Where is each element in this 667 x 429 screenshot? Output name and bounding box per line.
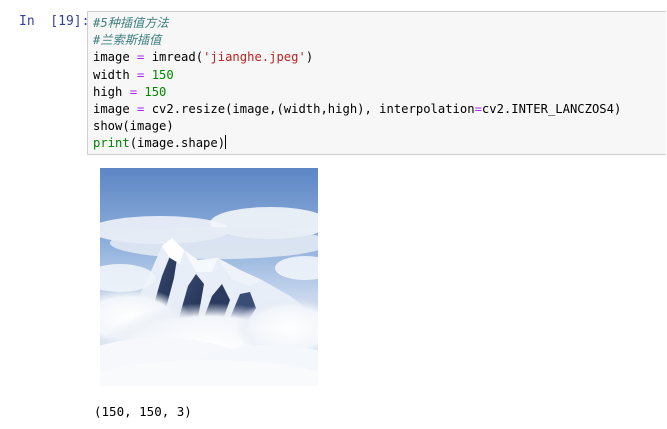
output-image — [100, 168, 318, 386]
code-token: high — [93, 84, 130, 99]
code-token: 150 — [144, 84, 167, 99]
input-prompt: In [19]: — [19, 14, 90, 29]
code-line[interactable]: width = 150 — [93, 67, 621, 84]
code-line[interactable]: #兰索斯插值 — [93, 32, 621, 49]
code-line[interactable]: high = 150 — [93, 84, 621, 101]
code-token: #5种插值方法 — [93, 16, 169, 30]
text-cursor — [225, 135, 227, 150]
code-token: image — [93, 50, 138, 65]
code-line[interactable]: image = cv2.resize(image,(width,high), i… — [93, 101, 621, 118]
code-token: cv2.INTER_LANCZOS4) — [481, 101, 622, 116]
code-token: 'jianghe.jpeg' — [203, 50, 306, 65]
code-token: ) — [305, 50, 314, 65]
code-token: width — [93, 67, 138, 82]
code-token: show(image) — [93, 119, 174, 134]
code-line[interactable]: show(image) — [93, 118, 621, 135]
code-editor[interactable]: #5种插值方法 #兰索斯插值 image = imread('jianghe.jpe… — [87, 11, 666, 155]
code-line[interactable]: #5种插值方法 — [93, 15, 621, 32]
code-token: imread( — [144, 50, 204, 65]
code-token: #兰索斯插值 — [93, 33, 162, 48]
code-token: = — [474, 101, 482, 116]
code-lines[interactable]: #5种插值方法 #兰索斯插值 image = imread('jianghe.jpe… — [93, 15, 621, 153]
code-token: image — [93, 101, 138, 116]
code-token: 150 — [151, 67, 174, 82]
code-line[interactable]: print(image.shape) — [93, 135, 621, 152]
code-token: print — [93, 136, 130, 151]
mountain-photo — [100, 168, 318, 386]
code-token: = — [129, 84, 138, 99]
code-line[interactable]: image = imread('jianghe.jpeg') — [93, 49, 621, 66]
output-text: (150, 150, 3) — [94, 404, 192, 419]
code-token: (image.shape) — [129, 136, 226, 151]
code-token: cv2.resize(image,(width,high), interpola… — [144, 101, 475, 116]
